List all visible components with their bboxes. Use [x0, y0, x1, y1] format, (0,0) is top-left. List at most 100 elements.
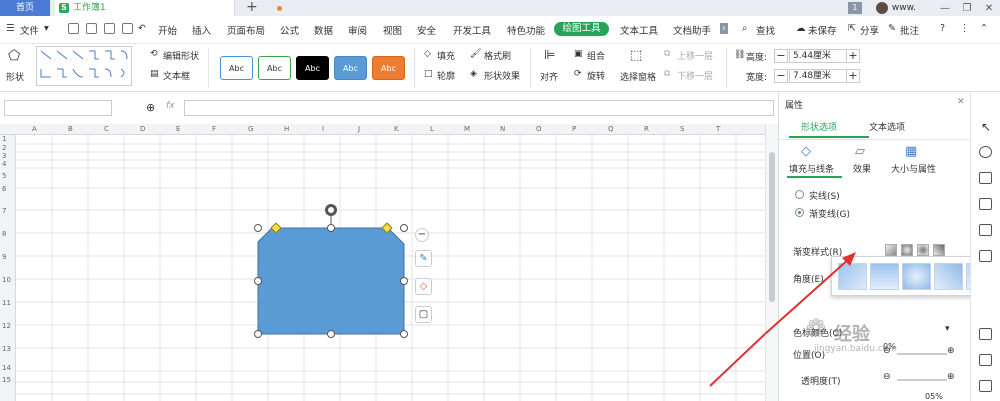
outline-button[interactable]: 轮廓	[437, 69, 455, 82]
close-window-button[interactable]: ✕	[978, 3, 1000, 14]
menu-special-features[interactable]: 特色功能	[507, 23, 545, 37]
menu-text-tools[interactable]: 文本工具	[620, 23, 658, 37]
menu-icon[interactable]: ☰	[6, 23, 15, 34]
backup-icon[interactable]	[979, 380, 992, 392]
help-icon[interactable]: ?	[940, 23, 945, 34]
transparency-decrease-icon[interactable]: ⊖	[883, 372, 891, 382]
print-icon[interactable]	[104, 23, 115, 34]
group-button[interactable]: 组合	[587, 49, 605, 62]
unsaved-status[interactable]: 未保存	[808, 23, 837, 37]
menu-more-button[interactable]: ›	[720, 23, 728, 34]
gradient-line-radio[interactable]	[795, 208, 804, 217]
shapes-icon[interactable]	[979, 146, 992, 158]
shape-style-1[interactable]: Abc	[220, 56, 253, 80]
new-tab-button[interactable]: +	[246, 0, 258, 15]
tab-text-options[interactable]: 文本选项	[869, 120, 905, 133]
send-backward-button[interactable]: 下移一层	[677, 69, 713, 82]
menu-developer[interactable]: 开发工具	[453, 23, 491, 37]
gradient-swatch[interactable]	[934, 263, 963, 290]
edit-shape-button[interactable]: 编辑形状	[163, 49, 199, 62]
avatar[interactable]	[875, 2, 888, 14]
format-brush-button[interactable]: 格式刷	[484, 49, 511, 62]
fill-line-icon[interactable]: ◇	[801, 144, 811, 159]
sub-tab-effects[interactable]: 效果	[853, 162, 871, 175]
shape-style-5[interactable]: Abc	[372, 56, 405, 80]
zoom-icon[interactable]: ⊕	[146, 101, 155, 114]
text-box-button[interactable]: 文本框	[163, 69, 190, 82]
width-decrease-button[interactable]: −	[774, 69, 788, 83]
print-preview-icon[interactable]	[122, 23, 133, 34]
height-decrease-button[interactable]: −	[774, 49, 788, 63]
select-icon[interactable]: ↖	[981, 120, 991, 134]
menu-data[interactable]: 数据	[314, 23, 333, 37]
tab-home[interactable]: 首页	[0, 0, 50, 16]
gradient-style-path[interactable]	[933, 244, 945, 256]
vertical-scrollbar[interactable]	[765, 124, 778, 401]
height-increase-button[interactable]: +	[846, 49, 860, 63]
scrollbar-thumb[interactable]	[769, 152, 775, 302]
collapse-ribbon-icon[interactable]: ⌃	[980, 23, 988, 34]
size-properties-icon[interactable]: ▦	[905, 144, 917, 159]
comment-button[interactable]: 批注	[900, 23, 919, 37]
align-button[interactable]: 对齐	[540, 70, 558, 83]
undo-icon[interactable]: ↶	[138, 23, 146, 34]
sub-tab-size-properties[interactable]: 大小与属性	[891, 162, 936, 175]
rotate-button[interactable]: 旋转	[587, 69, 605, 82]
restore-button[interactable]: ❐	[956, 3, 978, 14]
picture-icon[interactable]	[979, 354, 992, 366]
close-icon[interactable]: ✕	[957, 97, 965, 107]
selection-pane-button[interactable]: 选择窗格	[620, 70, 656, 83]
gradient-swatch[interactable]	[838, 263, 867, 290]
width-increase-button[interactable]: +	[846, 69, 860, 83]
more-icon[interactable]: ⋮	[960, 23, 970, 34]
solid-line-label[interactable]: 实线(S)	[809, 189, 840, 202]
chevron-down-icon[interactable]: ▾	[945, 324, 950, 334]
transparency-increase-icon[interactable]: ⊕	[947, 372, 955, 382]
gradient-style-rect[interactable]	[917, 244, 929, 256]
user-name[interactable]: www.	[892, 3, 916, 13]
share-button[interactable]: 分享	[860, 23, 879, 37]
chart-icon[interactable]	[979, 224, 992, 236]
menu-formulas[interactable]: 公式	[280, 23, 299, 37]
menu-page-layout[interactable]: 页面布局	[227, 23, 265, 37]
search-label[interactable]: 查找	[756, 23, 775, 37]
name-box[interactable]	[4, 100, 112, 116]
menu-security[interactable]: 安全	[417, 23, 436, 37]
tab-shape-options[interactable]: 形状选项	[801, 120, 837, 133]
gradient-line-label[interactable]: 渐变线(G)	[809, 207, 850, 220]
formula-input[interactable]	[184, 100, 774, 116]
data-icon[interactable]	[979, 250, 992, 262]
solid-line-radio[interactable]	[795, 190, 804, 199]
fill-button[interactable]: 填充	[437, 49, 455, 62]
shape-button[interactable]: 形状	[6, 70, 24, 83]
effects-icon[interactable]: ▱	[855, 144, 865, 159]
position-increase-icon[interactable]: ⊕	[947, 346, 955, 356]
bring-forward-button[interactable]: 上移一层	[677, 49, 713, 62]
shape-style-4[interactable]: Abc	[334, 56, 367, 80]
menu-home[interactable]: 开始	[158, 23, 177, 37]
menu-view[interactable]: 视图	[383, 23, 402, 37]
gradient-style-linear[interactable]	[885, 244, 897, 256]
sub-tab-fill-line[interactable]: 填充与线条	[789, 162, 834, 175]
table-icon[interactable]	[979, 198, 992, 210]
shape-gallery[interactable]	[36, 46, 132, 86]
spreadsheet-grid[interactable]: A B C D E F G H I J K L M N O P Q R S T …	[0, 124, 765, 401]
menu-insert[interactable]: 插入	[192, 23, 211, 37]
style-icon[interactable]	[979, 172, 992, 184]
lock-ratio-icon[interactable]: ⛓	[734, 50, 745, 60]
menu-review[interactable]: 审阅	[348, 23, 367, 37]
export-pdf-icon[interactable]	[86, 23, 97, 34]
shape-style-2[interactable]: Abc	[258, 56, 291, 80]
menu-doc-assistant[interactable]: 文档助手	[673, 23, 711, 37]
shape-effects-button[interactable]: 形状效果	[484, 69, 520, 82]
menu-drawing-tools[interactable]: 绘图工具	[554, 22, 609, 36]
minimize-button[interactable]: —	[934, 3, 956, 14]
tab-workbook[interactable]: S 工作簿1	[55, 0, 282, 16]
gradient-swatch[interactable]	[870, 263, 899, 290]
gradient-style-radial[interactable]	[901, 244, 913, 256]
notification-badge[interactable]: 1	[847, 2, 862, 14]
transparency-slider[interactable]	[897, 379, 947, 381]
search-icon[interactable]: ⌕	[742, 23, 747, 34]
menu-file[interactable]: 文件	[20, 23, 39, 37]
fx-icon[interactable]: fx	[166, 101, 175, 111]
